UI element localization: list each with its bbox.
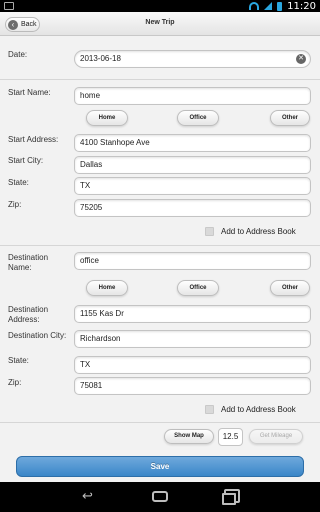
destination-add-checkbox[interactable] — [205, 405, 214, 414]
destination-city-field[interactable]: Richardson — [74, 330, 311, 348]
date-field[interactable]: 2013-06-18 ✕ — [74, 50, 311, 68]
destination-home-button[interactable]: Home — [86, 280, 128, 296]
start-zip-field[interactable]: 75205 — [74, 199, 311, 217]
destination-add-label: Add to Address Book — [221, 405, 296, 414]
destination-address-field[interactable]: 1155 Kas Dr — [74, 305, 311, 323]
notification-icon — [4, 2, 14, 10]
section-divider — [0, 422, 320, 423]
destination-other-button[interactable]: Other — [270, 280, 310, 296]
get-mileage-button[interactable]: Get Mileage — [249, 429, 303, 444]
start-add-checkbox[interactable] — [205, 227, 214, 236]
app-header: ‹ Back New Trip — [0, 12, 320, 36]
navigation-bar: ↩ — [0, 482, 320, 512]
start-state-field[interactable]: TX — [74, 177, 311, 195]
date-value: 2013-06-18 — [80, 54, 121, 63]
start-office-button[interactable]: Office — [177, 110, 219, 126]
destination-state-label: State: — [8, 356, 29, 365]
recent-apps-icon[interactable] — [222, 493, 236, 505]
battery-icon — [277, 1, 283, 11]
section-divider — [0, 245, 320, 246]
start-add-to-address-book[interactable]: Add to Address Book — [205, 227, 296, 236]
destination-address-label: Destination Address: — [8, 305, 49, 324]
wifi-icon — [249, 2, 260, 10]
page-title: New Trip — [145, 19, 175, 26]
destination-zip-field[interactable]: 75081 — [74, 377, 311, 395]
status-time: 11:20 — [287, 0, 316, 12]
show-map-button[interactable]: Show Map — [164, 429, 214, 444]
section-divider — [0, 79, 320, 80]
start-name-label: Start Name: — [8, 88, 51, 97]
start-other-button[interactable]: Other — [270, 110, 310, 126]
start-home-button[interactable]: Home — [86, 110, 128, 126]
destination-city-label: Destination City: — [8, 331, 67, 340]
signal-icon — [264, 2, 273, 10]
status-icons: 11:20 — [249, 0, 316, 12]
start-city-label: Start City: — [8, 156, 44, 165]
destination-zip-label: Zip: — [8, 378, 22, 387]
clear-date-icon[interactable]: ✕ — [296, 54, 306, 64]
destination-add-to-address-book[interactable]: Add to Address Book — [205, 405, 296, 414]
start-name-field[interactable]: home — [74, 87, 311, 105]
status-bar: 11:20 — [0, 0, 320, 12]
back-nav-icon[interactable]: ↩ — [82, 490, 93, 504]
start-add-label: Add to Address Book — [221, 227, 296, 236]
start-state-label: State: — [8, 178, 29, 187]
start-zip-label: Zip: — [8, 200, 22, 209]
mileage-field[interactable]: 12.5 — [218, 428, 243, 446]
start-address-field[interactable]: 4100 Stanhope Ave — [74, 134, 311, 152]
start-address-label: Start Address: — [8, 135, 59, 144]
destination-name-field[interactable]: office — [74, 252, 311, 270]
save-button[interactable]: Save — [16, 456, 304, 477]
start-city-field[interactable]: Dallas — [74, 156, 311, 174]
destination-office-button[interactable]: Office — [177, 280, 219, 296]
destination-name-label: Destination Name: — [8, 253, 49, 272]
date-label: Date: — [8, 50, 28, 59]
home-nav-icon[interactable] — [152, 491, 168, 502]
destination-state-field[interactable]: TX — [74, 356, 311, 374]
